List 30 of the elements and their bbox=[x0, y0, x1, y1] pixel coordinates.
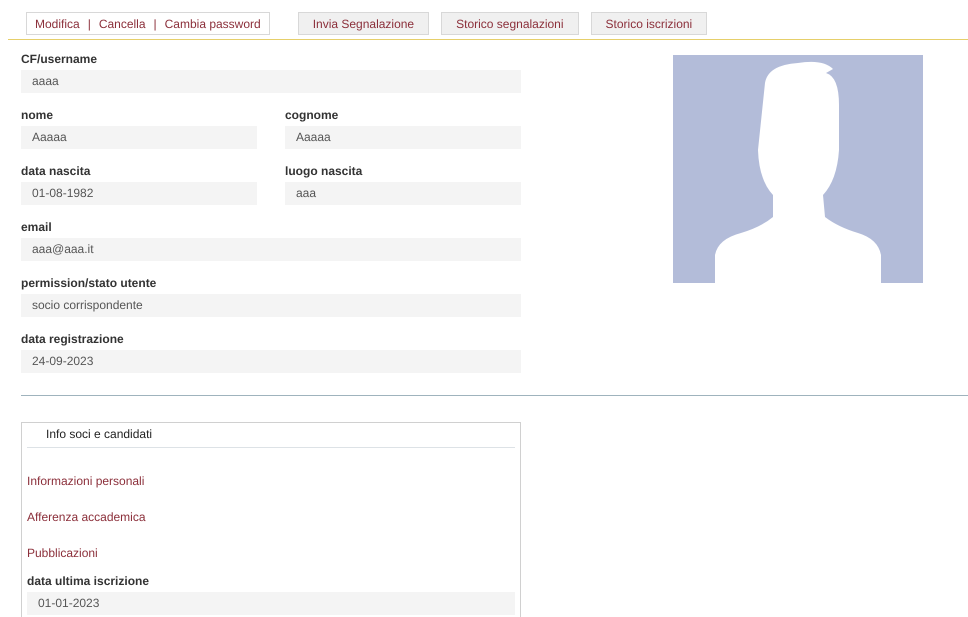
field-label: nome bbox=[21, 107, 54, 124]
field-label: CF/username bbox=[21, 51, 98, 68]
field-label: email bbox=[21, 219, 53, 236]
field-label: data nascita bbox=[21, 163, 92, 180]
toolbar-button[interactable]: Storico segnalazioni bbox=[441, 12, 579, 35]
field-label: data ultima iscrizione bbox=[27, 573, 150, 590]
field-label: cognome bbox=[285, 107, 340, 124]
readonly-field: 24-09-2023 bbox=[21, 350, 521, 373]
field-label: data registrazione bbox=[21, 331, 125, 348]
toolbar-button[interactable]: Storico iscrizioni bbox=[590, 12, 708, 35]
readonly-field: 01-08-1982 bbox=[21, 182, 257, 205]
link-separator: | bbox=[88, 16, 91, 32]
field-label: permission/stato utente bbox=[21, 275, 158, 292]
section-link[interactable]: Afferenza accademica bbox=[27, 508, 146, 526]
action-link[interactable]: Modifica bbox=[35, 14, 80, 32]
readonly-field: Aaaaa bbox=[285, 126, 521, 149]
readonly-field: socio corrispondente bbox=[21, 294, 521, 317]
field-label: luogo nascita bbox=[285, 163, 364, 180]
action-link[interactable]: Cancella bbox=[98, 14, 146, 32]
readonly-field: aaaa bbox=[21, 70, 521, 93]
readonly-field: aaa bbox=[285, 182, 521, 205]
readonly-field: Aaaaa bbox=[21, 126, 257, 149]
action-link[interactable]: Cambia password bbox=[164, 14, 261, 32]
link-separator: | bbox=[154, 16, 157, 32]
readonly-field: aaa@aaa.it bbox=[21, 238, 521, 261]
panel-legend: Info soci e candidati bbox=[27, 423, 515, 448]
section-link[interactable]: Informazioni personali bbox=[27, 472, 144, 490]
toolbar-button[interactable]: Invia Segnalazione bbox=[298, 12, 430, 35]
readonly-field: 01-01-2023 bbox=[27, 592, 515, 615]
section-link[interactable]: Pubblicazioni bbox=[27, 544, 98, 562]
